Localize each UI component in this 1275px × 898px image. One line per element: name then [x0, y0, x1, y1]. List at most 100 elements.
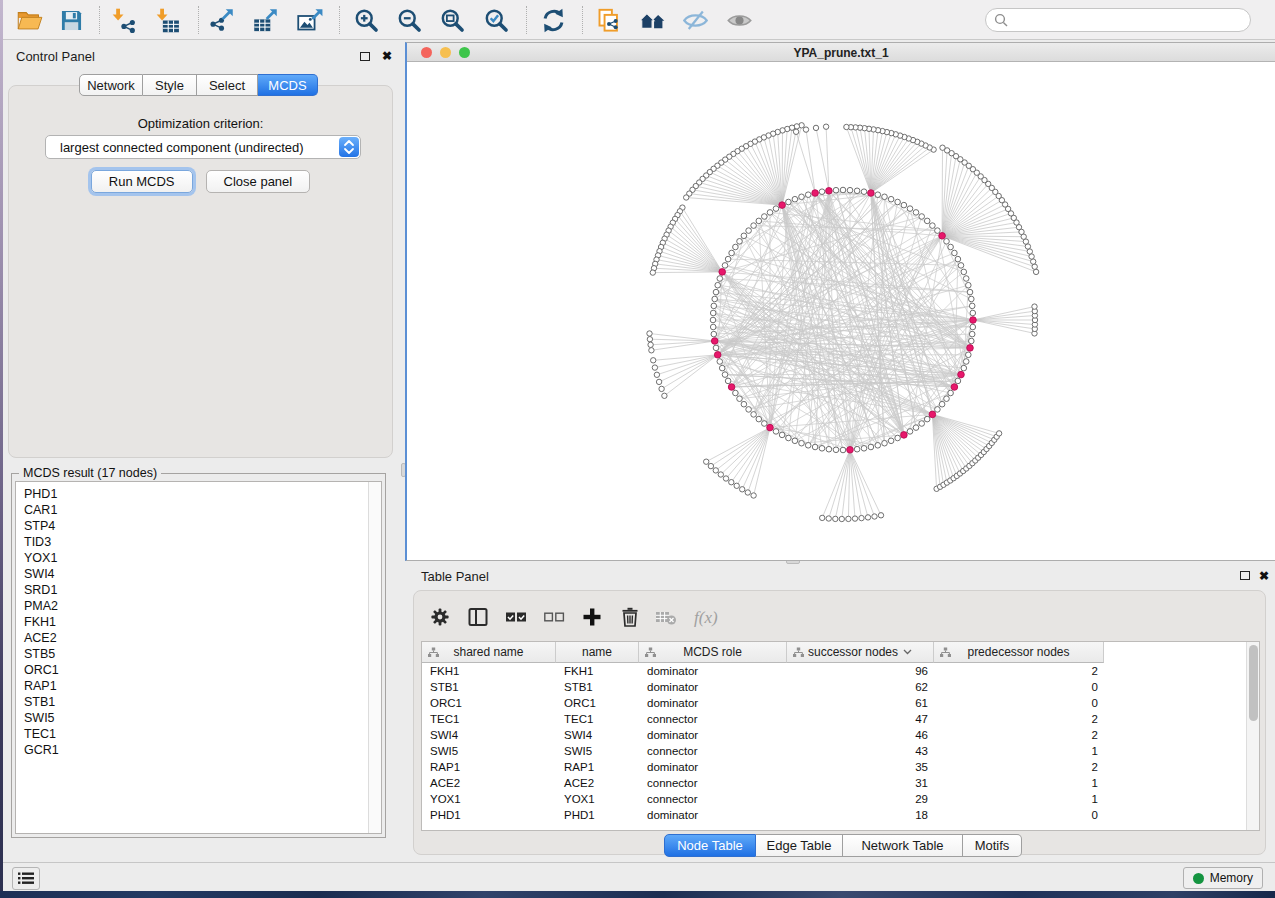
close-panel-button[interactable]: Close panel — [206, 170, 311, 193]
cell-MCDS-role: dominator — [639, 727, 787, 743]
table-row[interactable]: SWI4SWI4dominator462 — [422, 727, 1104, 743]
status-bar: Memory — [3, 862, 1275, 891]
mcds-result-item[interactable]: ACE2 — [16, 630, 381, 646]
tab-select[interactable]: Select — [197, 74, 258, 96]
svg-text:f(x): f(x) — [694, 608, 718, 627]
run-mcds-button[interactable]: Run MCDS — [91, 170, 193, 193]
table-row[interactable]: PHD1PHD1dominator180 — [422, 807, 1104, 823]
table-scrollbar-thumb[interactable] — [1249, 645, 1258, 721]
tab-mcds[interactable]: MCDS — [258, 74, 318, 96]
optimization-criterion-select[interactable]: largest connected component (undirected) — [45, 135, 361, 159]
control-panel-float-icon[interactable] — [360, 52, 370, 61]
hide-icon[interactable] — [682, 7, 709, 34]
table-body: FKH1FKH1dominator962STB1STB1dominator620… — [422, 663, 1104, 823]
mcds-result-item[interactable]: TEC1 — [16, 726, 381, 742]
mcds-result-item[interactable]: YOX1 — [16, 550, 381, 566]
column-header-shared-name[interactable]: shared name — [422, 642, 556, 663]
zoom-out-icon[interactable] — [396, 7, 423, 34]
table-row[interactable]: SWI5SWI5connector431 — [422, 743, 1104, 759]
table-scrollbar[interactable] — [1246, 642, 1259, 830]
zoom-fit-icon[interactable] — [439, 7, 466, 34]
table-header: shared namenameMCDS rolesuccessor nodes … — [422, 642, 1104, 663]
mcds-result-title: MCDS result (17 nodes) — [19, 466, 161, 480]
save-session-icon[interactable] — [58, 7, 85, 34]
export-image-icon[interactable] — [296, 7, 323, 34]
network-window-titlebar[interactable]: YPA_prune.txt_1 — [407, 43, 1275, 62]
zoom-selected-icon[interactable] — [483, 7, 510, 34]
table-panel-body: f(x) shared namenameMCDS rolesuccessor n… — [413, 590, 1266, 855]
cell-name: SWI5 — [556, 743, 639, 759]
zoom-in-icon[interactable] — [353, 7, 380, 34]
cell-successor-nodes: 35 — [787, 759, 934, 775]
mcds-result-item[interactable]: STP4 — [16, 518, 381, 534]
delete-icon[interactable] — [618, 605, 642, 633]
export-table-icon[interactable] — [252, 7, 279, 34]
network-canvas[interactable] — [407, 62, 1274, 560]
tab-node-table[interactable]: Node Table — [664, 834, 756, 857]
cell-MCDS-role: connector — [639, 743, 787, 759]
add-icon[interactable] — [580, 605, 604, 633]
table-row[interactable]: FKH1FKH1dominator962 — [422, 663, 1104, 679]
mcds-result-item[interactable]: CAR1 — [16, 502, 381, 518]
table-row[interactable]: YOX1YOX1connector291 — [422, 791, 1104, 807]
table-row[interactable]: ACE2ACE2connector311 — [422, 775, 1104, 791]
mcds-result-item[interactable]: RAP1 — [16, 678, 381, 694]
select-all-icon[interactable] — [504, 605, 528, 633]
table-settings-icon[interactable] — [428, 605, 452, 633]
mcds-result-item[interactable]: ORC1 — [16, 662, 381, 678]
table-row[interactable]: ORC1ORC1dominator610 — [422, 695, 1104, 711]
mcds-result-item[interactable]: SWI4 — [16, 566, 381, 582]
mcds-result-item[interactable]: STB1 — [16, 694, 381, 710]
tab-network-table[interactable]: Network Table — [843, 834, 963, 857]
deselect-all-icon[interactable] — [542, 605, 566, 633]
task-history-button[interactable] — [12, 867, 40, 890]
mcds-options-panel: Optimization criterion: largest connecte… — [8, 85, 393, 458]
table-row[interactable]: RAP1RAP1dominator352 — [422, 759, 1104, 775]
mcds-result-item[interactable]: SWI5 — [16, 710, 381, 726]
mcds-result-item[interactable]: SRD1 — [16, 582, 381, 598]
cell-predecessor-nodes: 2 — [934, 711, 1104, 727]
delete-table-icon[interactable] — [654, 605, 678, 633]
column-header-predecessor-nodes[interactable]: predecessor nodes — [934, 642, 1104, 663]
show-column-icon[interactable] — [466, 605, 490, 633]
optimization-criterion-label: Optimization criterion: — [9, 116, 392, 131]
import-network-icon[interactable] — [111, 7, 138, 34]
control-panel-tabs: NetworkStyleSelectMCDS — [79, 74, 318, 96]
tab-edge-table[interactable]: Edge Table — [756, 834, 843, 857]
mcds-result-list[interactable]: PHD1CAR1STP4TID3YOX1SWI4SRD1PMA2FKH1ACE2… — [15, 481, 382, 834]
clone-network-icon[interactable] — [595, 7, 622, 34]
mcds-result-item[interactable]: STB5 — [16, 646, 381, 662]
export-network-icon[interactable] — [208, 7, 235, 34]
mcds-result-item[interactable]: GCR1 — [16, 742, 381, 758]
memory-button[interactable]: Memory — [1183, 867, 1263, 889]
node-table: shared namenameMCDS rolesuccessor nodes … — [421, 641, 1260, 831]
tab-motifs[interactable]: Motifs — [963, 834, 1022, 857]
mcds-result-item[interactable]: TID3 — [16, 534, 381, 550]
column-header-MCDS-role[interactable]: MCDS role — [639, 642, 787, 663]
network-graph — [407, 62, 1274, 560]
network-view-window: YPA_prune.txt_1 — [405, 42, 1275, 561]
function-builder-icon[interactable]: f(x) — [692, 605, 732, 633]
mcds-result-item[interactable]: PHD1 — [16, 486, 381, 502]
open-file-icon[interactable] — [16, 7, 43, 34]
mcds-list-scrollbar[interactable] — [368, 482, 381, 833]
table-row[interactable]: TEC1TEC1connector472 — [422, 711, 1104, 727]
mcds-result-item[interactable]: PMA2 — [16, 598, 381, 614]
tab-style[interactable]: Style — [143, 74, 197, 96]
table-panel-close-icon[interactable]: ✖ — [1259, 570, 1269, 582]
cell-successor-nodes: 96 — [787, 663, 934, 679]
column-header-name[interactable]: name — [556, 642, 639, 663]
table-panel-float-icon[interactable] — [1240, 571, 1250, 580]
column-header-successor-nodes[interactable]: successor nodes — [787, 642, 934, 663]
search-input[interactable] — [985, 8, 1251, 32]
home-icon[interactable] — [639, 7, 666, 34]
mcds-result-fieldset: MCDS result (17 nodes) PHD1CAR1STP4TID3Y… — [11, 473, 386, 838]
refresh-icon[interactable] — [540, 7, 567, 34]
show-icon[interactable] — [726, 7, 753, 34]
table-row[interactable]: STB1STB1dominator620 — [422, 679, 1104, 695]
cell-shared-name: YOX1 — [422, 791, 556, 807]
import-table-icon[interactable] — [155, 7, 182, 34]
mcds-result-item[interactable]: FKH1 — [16, 614, 381, 630]
control-panel-close-icon[interactable]: ✖ — [382, 50, 392, 62]
tab-network[interactable]: Network — [79, 74, 143, 96]
